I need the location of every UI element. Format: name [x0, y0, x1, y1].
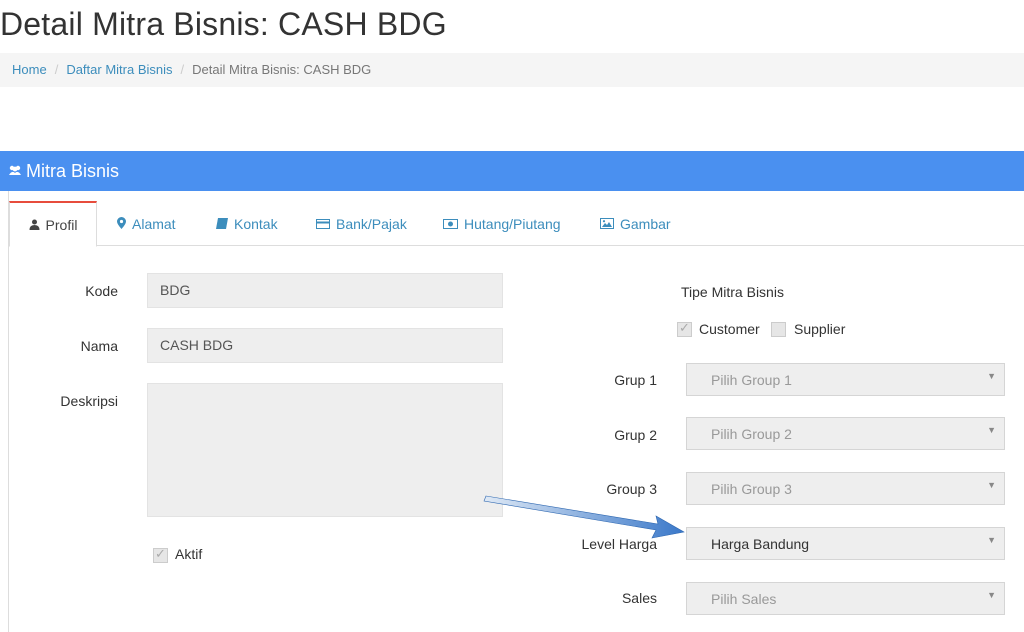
- sales-select[interactable]: Pilih Sales ▼: [686, 582, 1005, 615]
- tab-label: Profil: [45, 217, 78, 233]
- aktif-checkbox[interactable]: [153, 546, 168, 563]
- sales-value: Pilih Sales: [711, 591, 777, 607]
- users-icon: [8, 152, 22, 192]
- kode-input[interactable]: BDG: [147, 273, 503, 308]
- deskripsi-textarea[interactable]: [147, 383, 503, 517]
- breadcrumb-home-link[interactable]: Home: [12, 62, 47, 77]
- panel-title: Mitra Bisnis: [26, 161, 120, 181]
- breadcrumb-separator: /: [180, 62, 185, 77]
- map-marker-icon: [117, 203, 126, 247]
- group3-value: Pilih Group 3: [711, 481, 792, 497]
- tab-bar: Profil Alamat Kontak Bank/Pajak Hutang/P…: [9, 201, 1024, 247]
- breadcrumb-separator: /: [54, 62, 59, 77]
- nama-label: Nama: [80, 338, 118, 354]
- tab-label: Gambar: [620, 216, 671, 232]
- panel-header: Mitra Bisnis: [0, 151, 1024, 191]
- chevron-down-icon: ▼: [987, 480, 996, 490]
- group2-value: Pilih Group 2: [711, 426, 792, 442]
- breadcrumb-list-link[interactable]: Daftar Mitra Bisnis: [66, 62, 172, 77]
- group1-label: Grup 1: [614, 372, 657, 388]
- panel-body: Profil Alamat Kontak Bank/Pajak Hutang/P…: [8, 191, 1024, 632]
- level-harga-value: Harga Bandung: [711, 536, 810, 552]
- supplier-label: Supplier: [794, 321, 846, 337]
- group1-value: Pilih Group 1: [711, 372, 792, 388]
- user-icon: [29, 204, 40, 248]
- tab-label: Bank/Pajak: [336, 216, 407, 232]
- nama-input[interactable]: CASH BDG: [147, 328, 503, 363]
- supplier-checkbox[interactable]: [771, 322, 786, 337]
- chevron-down-icon: ▼: [987, 371, 996, 381]
- group3-select[interactable]: Pilih Group 3 ▼: [686, 472, 1005, 505]
- group2-label: Grup 2: [614, 427, 657, 443]
- tipe-mitra-label: Tipe Mitra Bisnis: [681, 284, 784, 300]
- tab-alamat[interactable]: Alamat: [117, 202, 176, 245]
- tab-label: Hutang/Piutang: [464, 216, 561, 232]
- credit-card-icon: [316, 203, 330, 247]
- tab-kontak[interactable]: Kontak: [216, 202, 278, 245]
- annotation-arrow-icon: [483, 495, 685, 539]
- aktif-label: Aktif: [175, 546, 203, 562]
- customer-checkbox[interactable]: [677, 320, 692, 337]
- image-icon: [600, 203, 614, 247]
- deskripsi-label: Deskripsi: [60, 393, 118, 409]
- money-icon: [443, 203, 458, 247]
- chevron-down-icon: ▼: [987, 535, 996, 545]
- chevron-down-icon: ▼: [987, 425, 996, 435]
- group2-select[interactable]: Pilih Group 2 ▼: [686, 417, 1005, 450]
- tab-label: Kontak: [234, 216, 278, 232]
- page-title: Detail Mitra Bisnis: CASH BDG: [0, 6, 447, 42]
- chevron-down-icon: ▼: [987, 590, 996, 600]
- breadcrumb-current: Detail Mitra Bisnis: CASH BDG: [192, 62, 372, 77]
- book-icon: [216, 203, 228, 247]
- sales-label: Sales: [621, 590, 657, 606]
- tab-hutang-piutang[interactable]: Hutang/Piutang: [443, 202, 561, 245]
- level-harga-select[interactable]: Harga Bandung ▼: [686, 527, 1005, 560]
- customer-label: Customer: [699, 321, 760, 337]
- breadcrumb: Home / Daftar Mitra Bisnis / Detail Mitra Bi…: [0, 53, 1024, 87]
- tab-label: Alamat: [132, 216, 176, 232]
- tab-bank-pajak[interactable]: Bank/Pajak: [316, 202, 407, 245]
- kode-label: Kode: [85, 283, 118, 299]
- group1-select[interactable]: Pilih Group 1 ▼: [686, 363, 1005, 396]
- tab-gambar[interactable]: Gambar: [600, 202, 671, 245]
- tab-profil[interactable]: Profil: [9, 201, 97, 247]
